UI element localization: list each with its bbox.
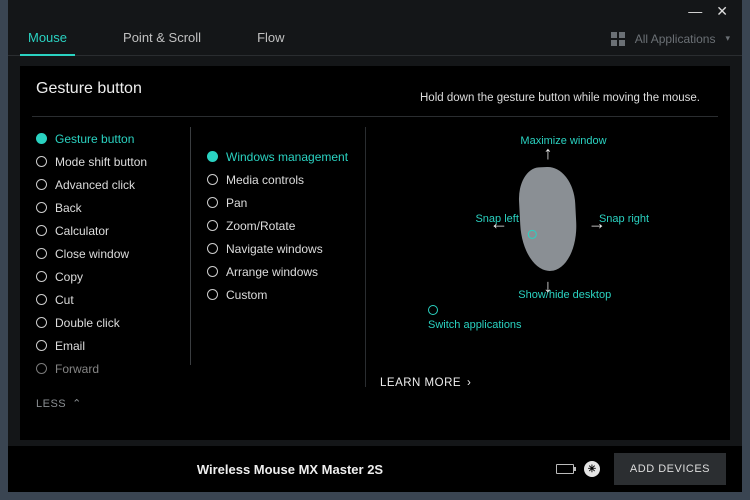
action-cut[interactable]: Cut bbox=[36, 288, 190, 311]
action-calculator[interactable]: Calculator bbox=[36, 219, 190, 242]
gesture-down-label[interactable]: Show/hide desktop bbox=[518, 289, 611, 301]
gesture-instruction: Hold down the gesture button while movin… bbox=[420, 92, 700, 104]
arrow-up-icon: ↑ bbox=[544, 143, 553, 164]
gesture-right-label[interactable]: Snap right bbox=[599, 213, 649, 225]
action-mode-shift[interactable]: Mode shift button bbox=[36, 150, 190, 173]
ring-icon bbox=[428, 305, 438, 315]
chevron-right-icon: › bbox=[467, 377, 471, 389]
tab-mouse[interactable]: Mouse bbox=[20, 22, 75, 56]
gesture-set-pan[interactable]: Pan bbox=[207, 191, 361, 214]
action-email[interactable]: Email bbox=[36, 334, 190, 357]
gesture-press-label[interactable]: Switch applications bbox=[428, 305, 522, 331]
gesture-set-media-controls[interactable]: Media controls bbox=[207, 168, 361, 191]
action-forward[interactable]: Forward bbox=[36, 357, 190, 380]
action-copy[interactable]: Copy bbox=[36, 265, 190, 288]
gesture-set-zoom-rotate[interactable]: Zoom/Rotate bbox=[207, 214, 361, 237]
action-close-window[interactable]: Close window bbox=[36, 242, 190, 265]
battery-icon bbox=[556, 464, 574, 474]
gesture-button-indicator-icon bbox=[528, 230, 537, 239]
apps-selector-label: All Applications bbox=[635, 32, 716, 46]
tab-flow[interactable]: Flow bbox=[249, 22, 292, 56]
bluetooth-icon: ✳ bbox=[584, 461, 600, 477]
arrow-down-icon: ↓ bbox=[544, 276, 553, 297]
action-back[interactable]: Back bbox=[36, 196, 190, 219]
arrow-right-icon: → bbox=[588, 213, 606, 234]
chevron-down-icon: ▾ bbox=[725, 33, 730, 44]
gesture-set-custom[interactable]: Custom bbox=[207, 283, 361, 306]
arrow-left-icon: ← bbox=[490, 213, 508, 234]
mouse-diagram: ↑ ↓ ← → bbox=[520, 167, 576, 271]
add-devices-button[interactable]: ADD DEVICES bbox=[614, 453, 726, 485]
learn-more-link[interactable]: LEARN MORE › bbox=[380, 377, 471, 389]
action-advanced-click[interactable]: Advanced click bbox=[36, 173, 190, 196]
gesture-set-navigate-windows[interactable]: Navigate windows bbox=[207, 237, 361, 260]
action-double-click[interactable]: Double click bbox=[36, 311, 190, 334]
device-name: Wireless Mouse MX Master 2S bbox=[24, 462, 556, 477]
action-gesture-button[interactable]: Gesture button bbox=[36, 127, 190, 150]
chevron-up-icon: ⌃ bbox=[72, 397, 82, 410]
gesture-set-arrange-windows[interactable]: Arrange windows bbox=[207, 260, 361, 283]
tab-point-scroll[interactable]: Point & Scroll bbox=[115, 22, 209, 56]
gesture-set-windows-management[interactable]: Windows management bbox=[207, 145, 361, 168]
mouse-body-icon bbox=[517, 166, 578, 273]
all-applications-selector[interactable]: All Applications ▾ bbox=[611, 32, 730, 46]
minimize-icon[interactable]: — bbox=[688, 4, 702, 18]
less-toggle[interactable]: LESS ⌃ bbox=[20, 387, 730, 410]
close-icon[interactable]: ✕ bbox=[716, 4, 728, 18]
gesture-up-label[interactable]: Maximize window bbox=[520, 135, 606, 147]
apps-grid-icon bbox=[611, 32, 625, 46]
